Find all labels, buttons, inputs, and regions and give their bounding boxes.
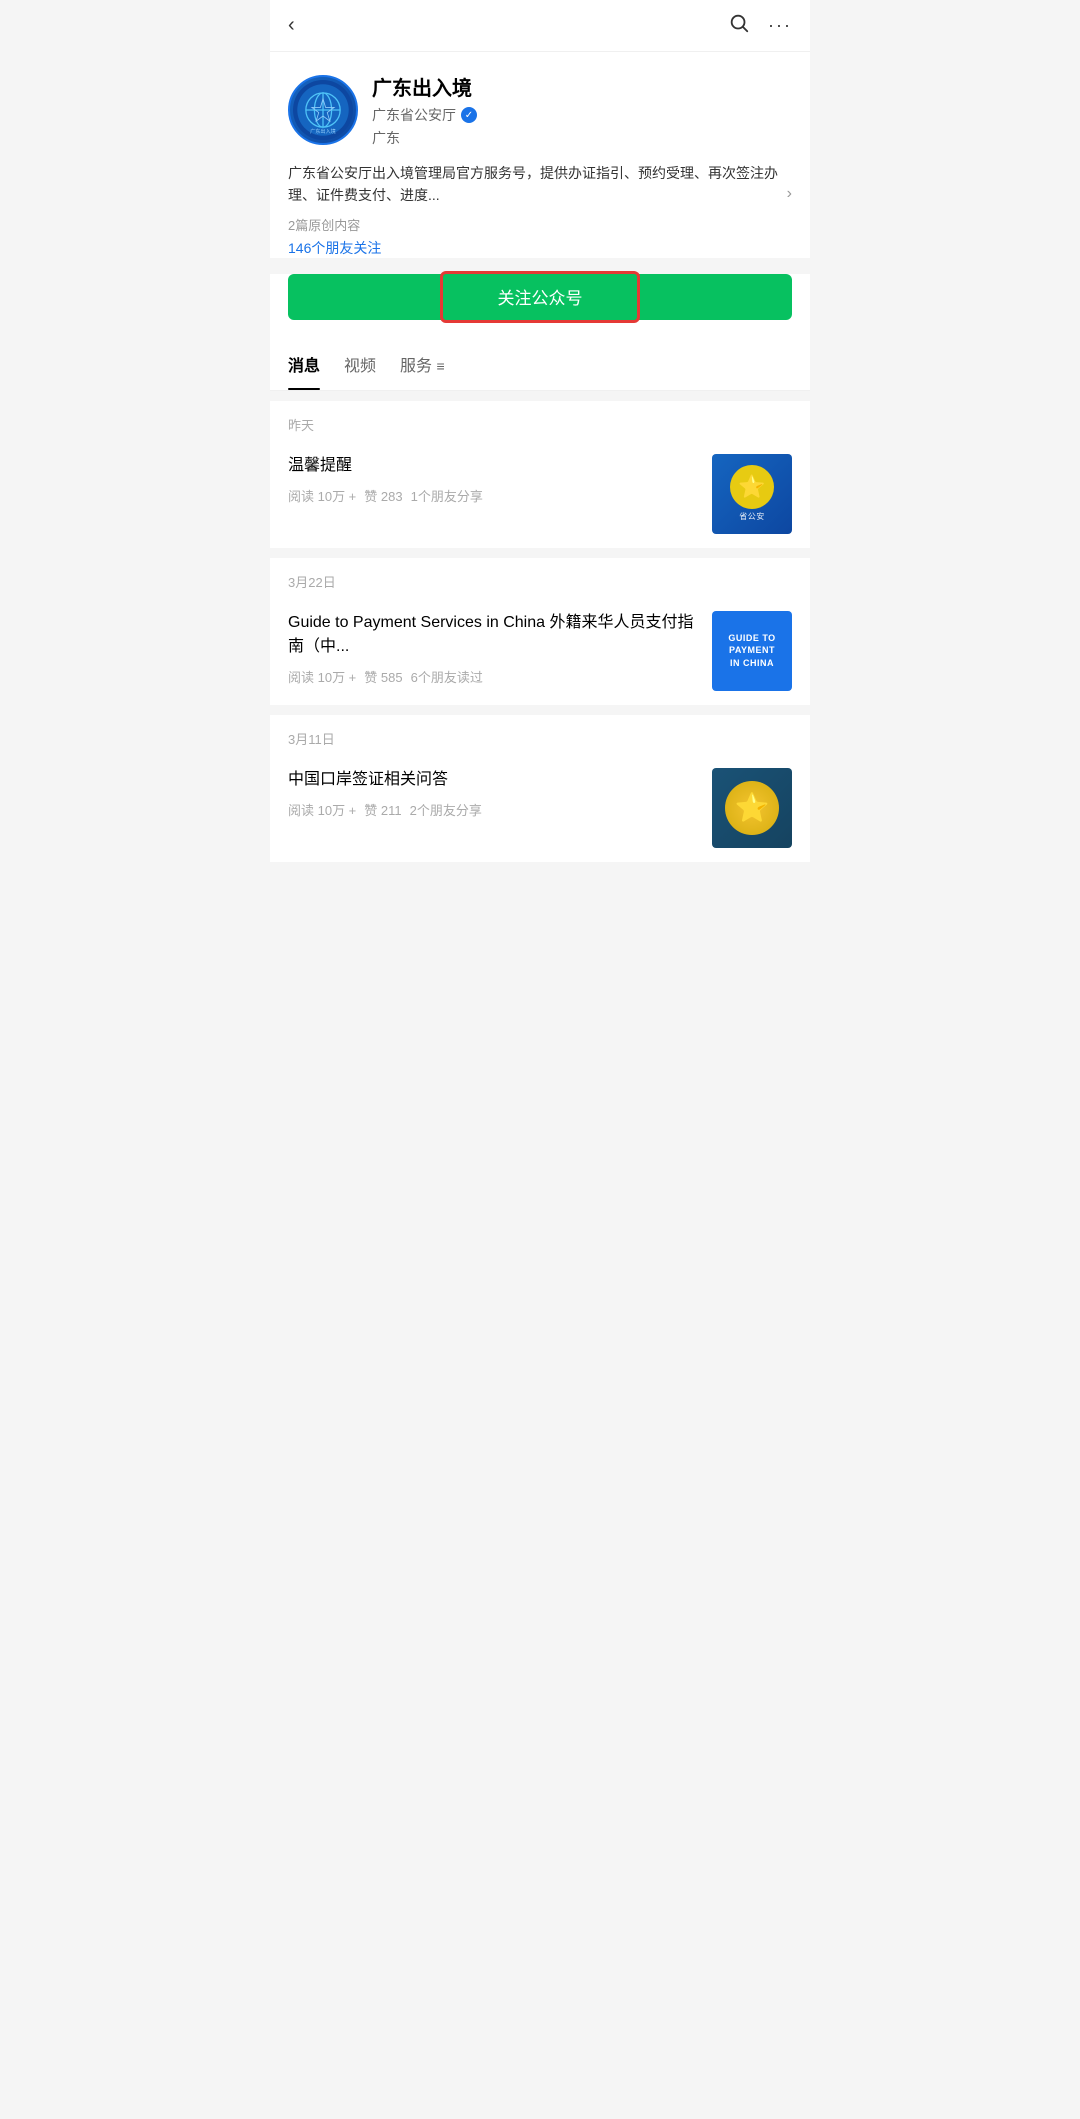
article-inner-payment: Guide to Payment Services in China 外籍来华人… [288, 611, 792, 691]
thumbnail-payment: GUIDE TO PAYMENT IN CHINA [712, 611, 792, 691]
nav-left: ‹ [288, 14, 295, 37]
article-payment[interactable]: Guide to Payment Services in China 外籍来华人… [270, 597, 810, 705]
tab-messages-label: 消息 [288, 358, 320, 375]
article-content-visa: 中国口岸签证相关问答 阅读 10万 + 赞 211 2个朋友分享 [288, 768, 700, 819]
profile-info: 广东出入境 广东省公安厅 ✓ 广东 [372, 72, 792, 148]
article-inner: 温馨提醒 阅读 10万 + 赞 283 1个朋友分享 ⭐ 省公安 [288, 454, 792, 534]
article-meta-payment: 阅读 10万 + 赞 585 6个朋友读过 [288, 667, 700, 686]
thumbnail-visa: ⭐ [712, 768, 792, 848]
article-meta-wenjin: 阅读 10万 + 赞 283 1个朋友分享 [288, 486, 700, 505]
reads-payment: 阅读 10万 + [288, 667, 356, 686]
section-march22: 3月22日 Guide to Payment Services in China… [270, 558, 810, 705]
payment-text-line1: GUIDE TO PAYMENT IN CHINA [728, 632, 775, 670]
more-icon[interactable]: ··· [768, 15, 792, 36]
tab-services[interactable]: 服务 ≡ [400, 338, 445, 390]
police-text: 省公安 [739, 511, 765, 522]
article-meta-visa: 阅读 10万 + 赞 211 2个朋友分享 [288, 800, 700, 819]
follow-btn-container: 关注公众号 [270, 274, 810, 338]
expand-arrow-icon[interactable]: › [787, 181, 792, 207]
likes-payment: 赞 585 [364, 667, 402, 686]
thumbnail-wenjin: ⭐ 省公安 [712, 454, 792, 534]
tab-video-label: 视频 [344, 358, 376, 375]
article-visa[interactable]: 中国口岸签证相关问答 阅读 10万 + 赞 211 2个朋友分享 ⭐ [270, 754, 810, 862]
follow-button-label: 关注公众号 [498, 284, 583, 309]
profile-desc-text: 广东省公安厅出入境管理局官方服务号，提供办证指引、预约受理、再次签注办理、证件费… [288, 162, 783, 207]
org-name: 广东省公安厅 [372, 105, 456, 125]
date-march22: 3月22日 [270, 558, 810, 597]
section-march11: 3月11日 中国口岸签证相关问答 阅读 10万 + 赞 211 2个朋友分享 ⭐ [270, 715, 810, 862]
article-wenjin[interactable]: 温馨提醒 阅读 10万 + 赞 283 1个朋友分享 ⭐ 省公安 [270, 440, 810, 548]
profile-section: 广东出入境 广东出入境 广东省公安厅 ✓ 广东 广东省公安厅出入境管理局官方服务… [270, 52, 810, 258]
tab-services-label: 服务 [400, 358, 432, 375]
reads-visa: 阅读 10万 + [288, 800, 356, 819]
avatar: 广东出入境 [288, 75, 358, 145]
article-content-payment: Guide to Payment Services in China 外籍来华人… [288, 611, 700, 686]
tabs-container: 消息 视频 服务 ≡ [270, 338, 810, 391]
nav-right: ··· [728, 12, 792, 40]
police-emblem: ⭐ [730, 465, 774, 509]
likes-visa: 赞 211 [364, 800, 401, 819]
article-inner-visa: 中国口岸签证相关问答 阅读 10万 + 赞 211 2个朋友分享 ⭐ [288, 768, 792, 848]
nav-bar: ‹ ··· [270, 0, 810, 52]
back-icon[interactable]: ‹ [288, 14, 295, 37]
section-yesterday: 昨天 温馨提醒 阅读 10万 + 赞 283 1个朋友分享 ⭐ 省公安 [270, 401, 810, 548]
article-title-wenjin: 温馨提醒 [288, 454, 700, 478]
profile-location: 广东 [372, 128, 792, 148]
search-icon[interactable] [728, 12, 750, 40]
profile-original-content: 2篇原创内容 [288, 215, 792, 234]
reads-wenjin: 阅读 10万 + [288, 486, 356, 505]
tab-video[interactable]: 视频 [344, 338, 376, 390]
article-title-payment: Guide to Payment Services in China 外籍来华人… [288, 611, 700, 659]
profile-description[interactable]: 广东省公安厅出入境管理局官方服务号，提供办证指引、预约受理、再次签注办理、证件费… [288, 162, 792, 207]
shares-payment: 6个朋友读过 [411, 667, 483, 686]
verified-badge: ✓ [461, 107, 477, 123]
shares-visa: 2个朋友分享 [410, 800, 482, 819]
visa-emblem: ⭐ [725, 781, 779, 835]
date-yesterday: 昨天 [270, 401, 810, 440]
bottom-space [270, 872, 810, 912]
svg-text:广东出入境: 广东出入境 [310, 127, 336, 135]
follow-button[interactable]: 关注公众号 [288, 274, 792, 320]
article-content: 温馨提醒 阅读 10万 + 赞 283 1个朋友分享 [288, 454, 700, 505]
tab-menu-icon: ≡ [437, 358, 445, 374]
profile-header: 广东出入境 广东出入境 广东省公安厅 ✓ 广东 [288, 72, 792, 148]
tab-messages[interactable]: 消息 [288, 338, 320, 390]
date-march11: 3月11日 [270, 715, 810, 754]
article-title-visa: 中国口岸签证相关问答 [288, 768, 700, 792]
likes-wenjin: 赞 283 [364, 486, 402, 505]
profile-sub: 广东省公安厅 ✓ [372, 105, 792, 125]
shares-wenjin: 1个朋友分享 [411, 486, 483, 505]
profile-name: 广东出入境 [372, 72, 792, 101]
profile-friends-count[interactable]: 146个朋友关注 [288, 238, 792, 258]
